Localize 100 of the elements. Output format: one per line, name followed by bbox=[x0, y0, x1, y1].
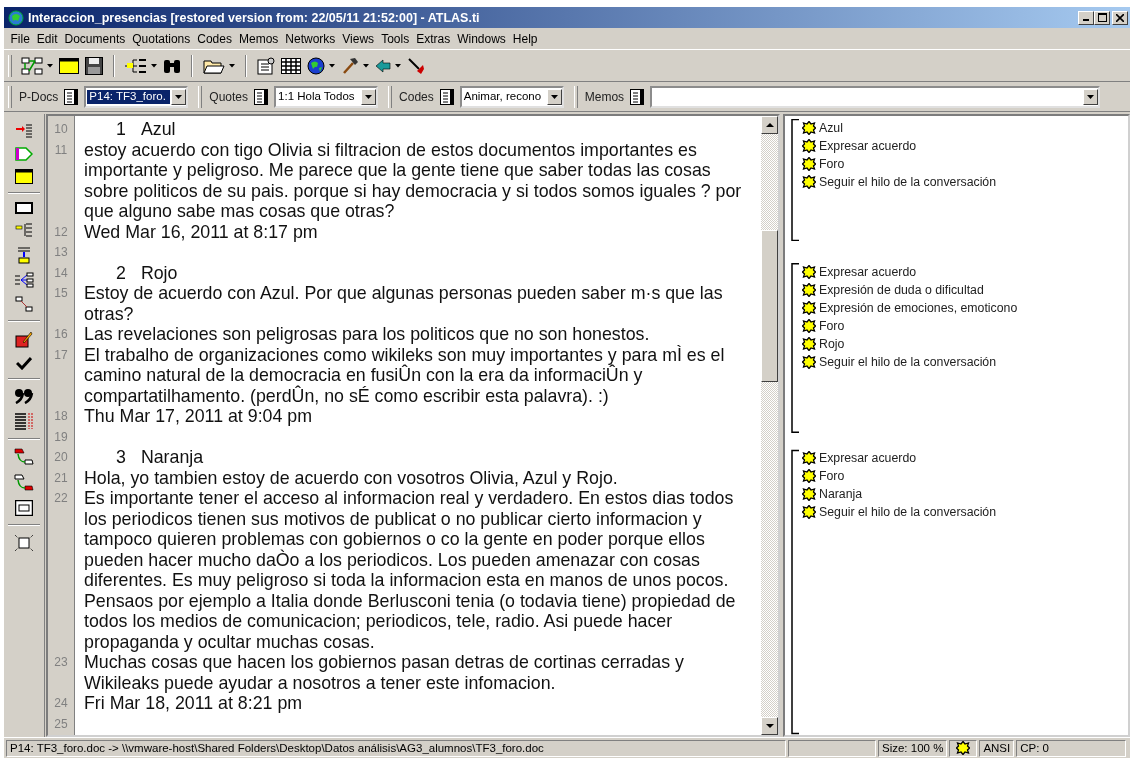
fit-icon[interactable] bbox=[14, 534, 34, 552]
rectangle-icon[interactable] bbox=[15, 202, 33, 214]
dropdown[interactable]: Animar, recono bbox=[459, 85, 564, 108]
save-icon[interactable] bbox=[85, 56, 103, 75]
list-icon[interactable] bbox=[254, 88, 269, 105]
text-lines-icon[interactable] bbox=[14, 412, 34, 430]
window-icon[interactable] bbox=[15, 169, 33, 184]
post-author: Azul bbox=[140, 119, 176, 139]
window-title: Interaccion_presencias [restored version from: 22/05/11 21:52:00] - ATLAS.ti bbox=[28, 10, 480, 25]
code-icon bbox=[802, 355, 816, 369]
code-icon bbox=[802, 157, 816, 171]
menu-item[interactable]: Views bbox=[338, 31, 378, 46]
selector-label: Memos bbox=[584, 89, 625, 104]
checkmark-icon[interactable] bbox=[16, 356, 32, 370]
code-label[interactable]: Expresión de emociones, emoticono bbox=[819, 301, 1018, 315]
scroll-up-icon[interactable] bbox=[765, 123, 774, 127]
code-label[interactable]: Seguir el hilo de la conversación bbox=[819, 175, 997, 189]
line-number: 18 bbox=[53, 408, 69, 425]
window-icon[interactable] bbox=[59, 57, 79, 74]
caret-icon[interactable] bbox=[365, 94, 373, 99]
post-author: Rojo bbox=[140, 262, 178, 283]
list-icon[interactable] bbox=[439, 88, 454, 105]
selector-label: Quotes bbox=[209, 89, 249, 104]
caret-icon[interactable] bbox=[175, 94, 183, 99]
caret-icon[interactable] bbox=[363, 63, 369, 68]
document-text: Thu Mar 17, 2011 at 9:04 pm bbox=[84, 406, 312, 426]
maximize-button[interactable] bbox=[1094, 10, 1110, 25]
flow-icon[interactable] bbox=[14, 448, 34, 466]
minimize-button[interactable] bbox=[1078, 10, 1094, 25]
document-text: El trabalho de organizaciones como wikileks son muy importantes y para mÌ es el camino natural de la democracia en fusiÛn con la era da informaciÛn y compartatilhamento. (perdÛn, no sÉ como escribir esta palavra). :) bbox=[84, 344, 725, 406]
caret-icon[interactable] bbox=[229, 63, 235, 68]
caret-icon[interactable] bbox=[395, 63, 401, 68]
close-button[interactable] bbox=[1112, 10, 1128, 25]
code-icon bbox=[802, 301, 816, 315]
menu-item[interactable]: Networks bbox=[281, 31, 339, 46]
code-label[interactable]: Seguir el hilo de la conversación bbox=[819, 505, 997, 519]
scrollbar[interactable] bbox=[761, 116, 778, 735]
zoom-status: Size: 100 % bbox=[878, 739, 948, 757]
document-text: Muchas cosas que hacen los gobiernos pasan detras de cortinas cerradas y Wikileaks puede ayudar a nosotros a tener este infomacion. bbox=[84, 652, 684, 693]
code-label[interactable]: Foro bbox=[819, 157, 845, 171]
line-number: 15 bbox=[53, 285, 69, 302]
network-icon[interactable] bbox=[21, 56, 43, 75]
line-number: 11 bbox=[53, 141, 69, 159]
document-text: Wed Mar 16, 2011 at 8:17 pm bbox=[84, 221, 318, 242]
line-number: 10 bbox=[53, 121, 69, 138]
document-text: Estoy de acuerdo con Azul. Por que algunas personas pueden saber m·s que las otras? bbox=[84, 283, 723, 324]
list-icon[interactable] bbox=[630, 88, 645, 105]
caret-icon[interactable] bbox=[550, 94, 558, 99]
code-label[interactable]: Naranja bbox=[819, 487, 863, 501]
code-label[interactable]: Rojo bbox=[819, 337, 845, 351]
menu-item[interactable]: Quotations bbox=[128, 31, 194, 46]
globe-icon[interactable] bbox=[307, 56, 325, 75]
code-label[interactable]: Expresar acuerdo bbox=[819, 265, 917, 279]
code-label[interactable]: Foro bbox=[819, 319, 845, 333]
frame-icon[interactable] bbox=[15, 500, 33, 516]
import-icon[interactable] bbox=[15, 123, 33, 139]
caret-icon[interactable] bbox=[47, 63, 53, 68]
code-label[interactable]: Expresar acuerdo bbox=[819, 451, 917, 465]
code-label[interactable]: Seguir el hilo de la conversación bbox=[819, 355, 997, 369]
menu-item[interactable]: Extras bbox=[412, 31, 454, 46]
menu-item[interactable]: Help bbox=[509, 31, 542, 46]
tree-icon[interactable] bbox=[125, 57, 147, 74]
code-icon bbox=[802, 487, 816, 501]
properties-icon[interactable] bbox=[257, 56, 275, 75]
menu-item[interactable]: Edit bbox=[33, 31, 62, 46]
selector-label: Codes bbox=[399, 89, 434, 104]
caret-icon[interactable] bbox=[329, 63, 335, 68]
code-label[interactable]: Expresar acuerdo bbox=[819, 139, 917, 153]
caret-icon[interactable] bbox=[1087, 94, 1095, 99]
dropdown[interactable]: 1:1 Hola Todos bbox=[274, 85, 379, 108]
edit-icon[interactable] bbox=[15, 330, 33, 348]
folder-icon[interactable] bbox=[203, 57, 225, 74]
menu-item[interactable]: Codes bbox=[193, 31, 236, 46]
code-label[interactable]: Foro bbox=[819, 469, 845, 483]
merge-icon[interactable] bbox=[15, 246, 33, 264]
table-icon[interactable] bbox=[281, 57, 301, 74]
menu-item[interactable]: Windows bbox=[453, 31, 510, 46]
caret-icon[interactable] bbox=[151, 63, 157, 68]
menu-item[interactable]: Tools bbox=[377, 31, 413, 46]
document-text: estoy acuerdo con tigo Olivia si filtracion de estos documentos importantes es importante y peligroso. Me parece que la gente tiene que saber todas las cosas sobre politicos de su pais. porque si hay democracia y si todos somos iguales ? por que alguno sabe mas cosas que otras? bbox=[84, 139, 742, 221]
arrow-left-icon[interactable] bbox=[375, 58, 391, 73]
hierarchy-icon[interactable] bbox=[14, 272, 34, 288]
list-icon[interactable] bbox=[64, 88, 79, 105]
code-label[interactable]: Expresión de duda o dificultad bbox=[819, 283, 984, 297]
encoding-status: ANSI bbox=[979, 739, 1015, 757]
link-icon[interactable] bbox=[15, 296, 33, 312]
quote-icon[interactable] bbox=[14, 388, 34, 404]
minimize-icon bbox=[1083, 19, 1089, 21]
scroll-thumb[interactable] bbox=[761, 230, 778, 382]
code-icon bbox=[802, 175, 816, 189]
scroll-down-icon[interactable] bbox=[765, 724, 774, 728]
menu-item[interactable]: Documents bbox=[61, 31, 129, 46]
flow-icon[interactable] bbox=[14, 474, 34, 492]
menu-item[interactable]: Memos bbox=[235, 31, 282, 46]
tag-icon[interactable] bbox=[15, 147, 33, 161]
code-label[interactable]: Azul bbox=[819, 121, 843, 135]
line-number: 22 bbox=[53, 490, 69, 507]
dropdown[interactable]: P14: TF3_foro. bbox=[84, 85, 189, 108]
menu-item[interactable]: File bbox=[7, 31, 34, 46]
hammer-icon[interactable] bbox=[341, 56, 359, 75]
